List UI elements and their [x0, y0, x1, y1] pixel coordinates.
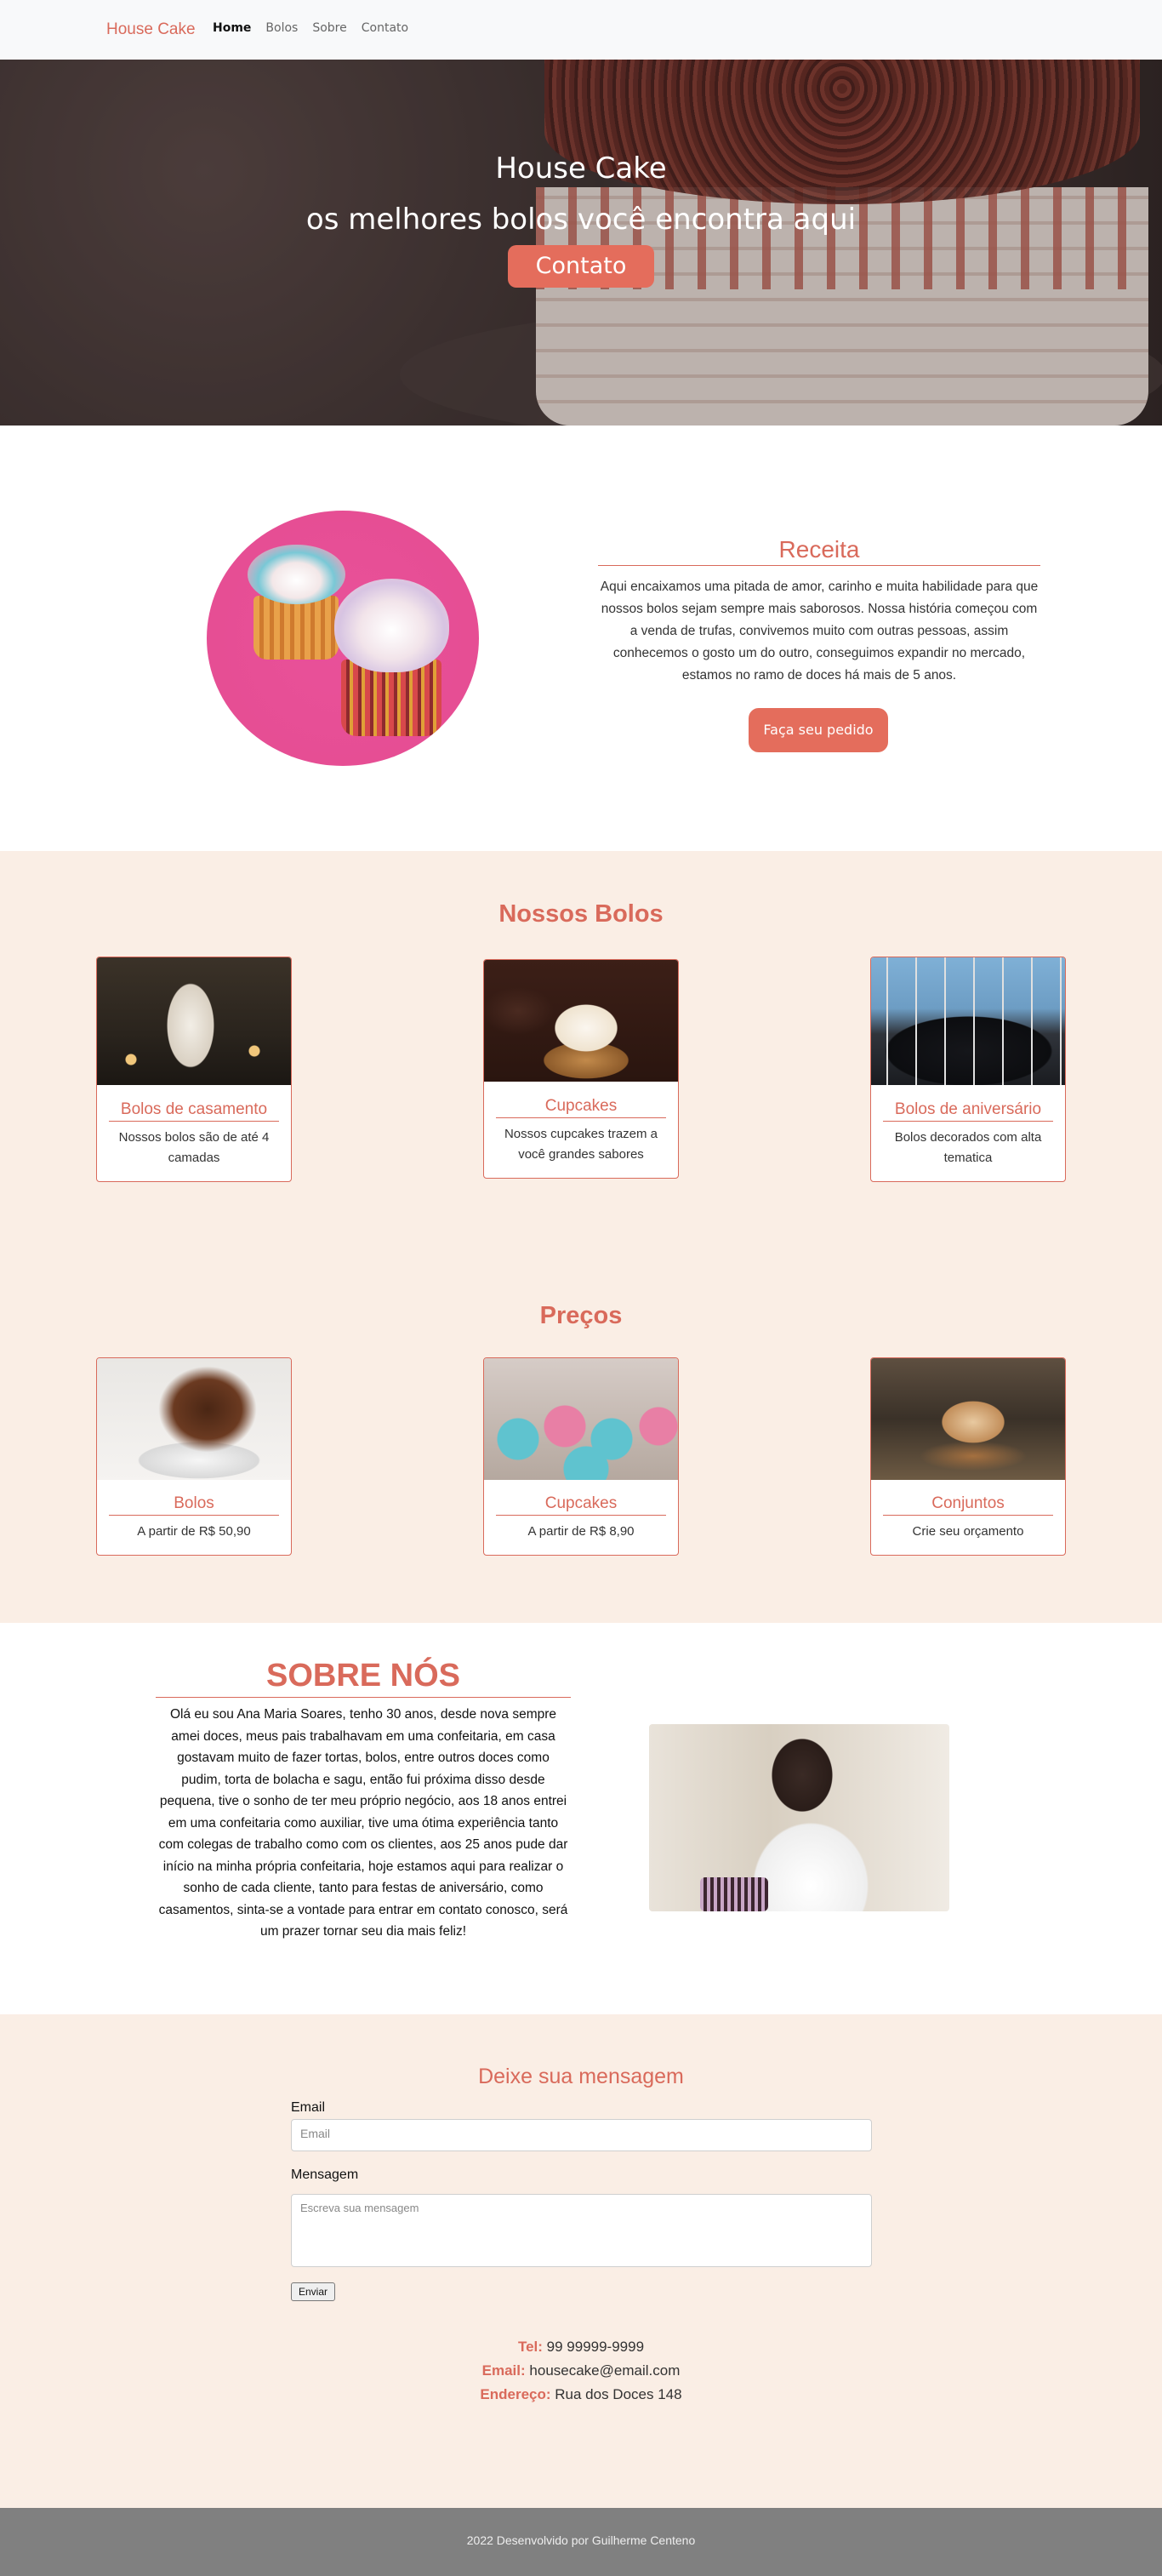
card-text: A partir de R$ 8,90 [527, 1524, 635, 1539]
birthday-cake-image [871, 957, 1065, 1085]
cupcakes-image [207, 511, 479, 766]
card-title: Bolos de casamento [109, 1100, 279, 1122]
card-text: Nossos cupcakes trazem a você grandes sa… [504, 1127, 658, 1162]
message-label: Mensagem [291, 2168, 359, 2182]
naked-cake-image [871, 1358, 1065, 1480]
phone-value: 99 99999-9999 [546, 2339, 645, 2355]
card-title: Cupcakes [496, 1494, 666, 1516]
email-contact-value: housecake@email.com [529, 2362, 681, 2379]
card-title: Conjuntos [883, 1494, 1053, 1516]
email-contact-label: Email: [481, 2362, 526, 2379]
nav-link-home[interactable]: Home [213, 21, 251, 35]
sobre-divider [156, 1697, 571, 1698]
footer: 2022 Desenvolvido por Guilherme Centeno [0, 2508, 1162, 2576]
message-textarea[interactable]: Escreva sua mensagem [291, 2194, 872, 2267]
contact-email: Email: housecake@email.com [0, 2362, 1162, 2379]
hero-banner: House Cake os melhores bolos você encont… [0, 60, 1162, 426]
card-text: Bolos decorados com alta tematica [894, 1130, 1042, 1165]
card-title: Bolos de aniversário [883, 1100, 1053, 1122]
nav-links: Home Bolos Sobre Contato [213, 21, 408, 35]
wedding-cake-image [97, 957, 291, 1085]
nav-link-sobre[interactable]: Sobre [312, 21, 346, 35]
decorated-cake [700, 1877, 768, 1911]
navbar: House Cake Home Bolos Sobre Contato [0, 0, 1162, 60]
card-title: Bolos [109, 1494, 279, 1516]
cupcake-frosting [248, 545, 345, 604]
card-bolos-casamento[interactable]: Bolos de casamento Nossos bolos são de a… [96, 957, 292, 1182]
hero-subtitle: os melhores bolos você encontra aqui [305, 203, 857, 237]
card-text: A partir de R$ 50,90 [137, 1524, 251, 1539]
address-label: Endereço: [480, 2386, 551, 2402]
footer-text: 2022 Desenvolvido por Guilherme Centeno [466, 2533, 696, 2547]
card-preco-bolos[interactable]: Bolos A partir de R$ 50,90 [96, 1357, 292, 1556]
contact-phone: Tel: 99 99999-9999 [0, 2339, 1162, 2356]
message-title: Deixe sua mensagem [478, 2065, 684, 2088]
receita-divider [598, 565, 1040, 566]
card-bolos-aniversario[interactable]: Bolos de aniversário Bolos decorados com… [870, 957, 1066, 1182]
card-text: Crie seu orçamento [912, 1524, 1024, 1539]
colorful-cupcakes-image [484, 1358, 678, 1480]
address-value: Rua dos Doces 148 [555, 2386, 682, 2402]
cupcake-base [253, 596, 339, 660]
bolos-title: Nossos Bolos [498, 900, 664, 928]
precos-title: Preços [539, 1302, 623, 1329]
email-label: Email [291, 2100, 326, 2115]
brand-link[interactable]: House Cake [106, 20, 196, 39]
card-preco-conjuntos[interactable]: Conjuntos Crie seu orçamento [870, 1357, 1066, 1556]
cupcake-image [484, 960, 678, 1082]
cupcake-frosting [334, 579, 449, 672]
sobre-text: Olá eu sou Ana Maria Soares, tenho 30 an… [158, 1707, 568, 1939]
order-button[interactable]: Faça seu pedido [749, 708, 888, 752]
chocolate-cake-image [97, 1358, 291, 1480]
nav-link-contato[interactable]: Contato [362, 21, 408, 35]
sobre-title: SOBRE NÓS [265, 1658, 461, 1694]
nav-link-bolos[interactable]: Bolos [265, 21, 298, 35]
baker-image [649, 1724, 949, 1911]
card-preco-cupcakes[interactable]: Cupcakes A partir de R$ 8,90 [483, 1357, 679, 1556]
email-field[interactable]: Email [291, 2119, 872, 2151]
contact-address: Endereço: Rua dos Doces 148 [0, 2386, 1162, 2403]
send-button[interactable]: Enviar [291, 2282, 335, 2301]
card-text: Nossos bolos são de até 4 camadas [118, 1130, 270, 1165]
card-cupcakes[interactable]: Cupcakes Nossos cupcakes trazem a você g… [483, 959, 679, 1179]
receita-title: Receita [778, 536, 860, 563]
hero-title: House Cake [495, 151, 667, 186]
receita-text: Aqui encaixamos uma pitada de amor, cari… [600, 580, 1039, 683]
phone-label: Tel: [517, 2339, 543, 2355]
card-title: Cupcakes [496, 1097, 666, 1118]
hero-contact-button[interactable]: Contato [508, 245, 654, 288]
